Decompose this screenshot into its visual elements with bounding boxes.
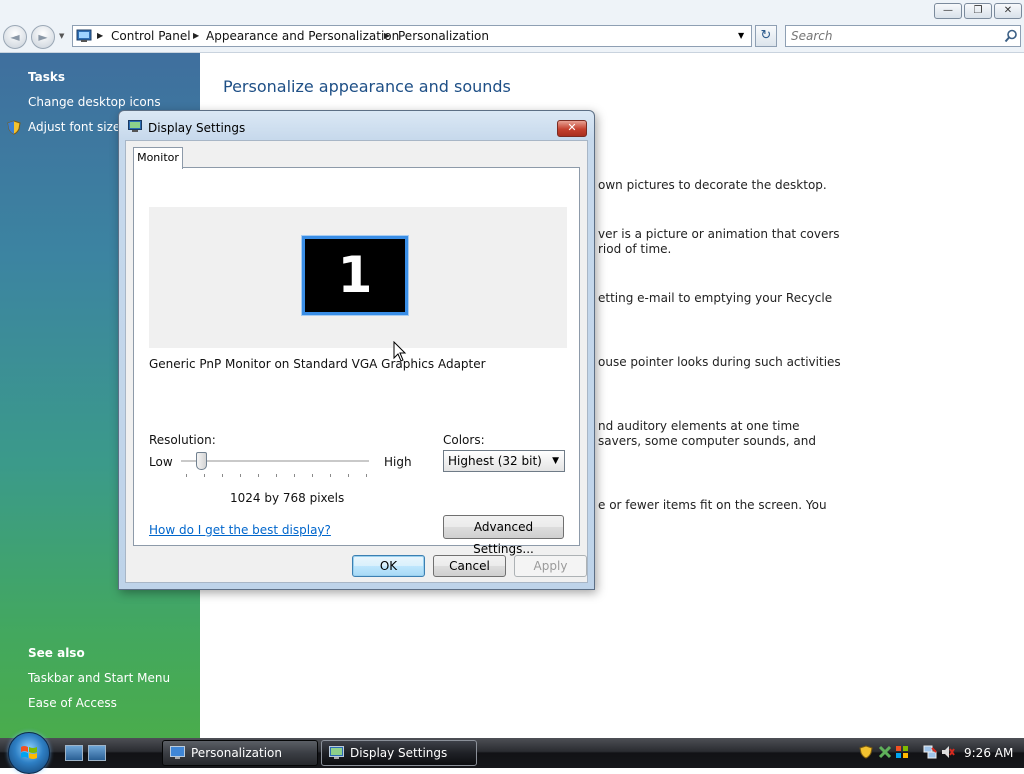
apply-button[interactable]: Apply — [514, 555, 587, 577]
see-also-heading: See also — [28, 646, 85, 660]
address-bar[interactable]: ▶ Control Panel ▶ Appearance and Persona… — [72, 25, 752, 47]
close-icon: ✕ — [1003, 5, 1013, 16]
tasks-heading: Tasks — [28, 70, 66, 84]
back-button[interactable]: ◄ — [3, 25, 27, 49]
slider-tick — [330, 474, 331, 477]
resolution-slider-thumb[interactable] — [196, 452, 207, 470]
theme-description: nd auditory elements at one time — [598, 419, 800, 433]
windows-flag-tray-icon[interactable] — [895, 745, 909, 759]
display-settings-icon — [128, 120, 142, 132]
search-input[interactable] — [786, 26, 1006, 46]
breadcrumb-separator-icon[interactable]: ▶ — [384, 26, 390, 46]
slider-tick — [366, 474, 367, 477]
search-icon[interactable] — [1004, 29, 1018, 43]
slider-tick — [186, 474, 187, 477]
security-shield-icon[interactable] — [859, 745, 873, 759]
best-display-help-link[interactable]: How do I get the best display? — [149, 523, 331, 537]
back-arrow-icon: ◄ — [10, 30, 20, 44]
close-window-button[interactable]: ✕ — [994, 3, 1022, 19]
advanced-settings-button[interactable]: Advanced Settings... — [443, 515, 564, 556]
breadcrumb-personalization[interactable]: Personalization — [398, 26, 489, 46]
mouse-pointer-icon — [393, 341, 407, 362]
address-row: ◄ ► ▼ ▶ Control Panel ▶ Appearance and P… — [0, 22, 1024, 53]
switch-windows-icon[interactable] — [88, 745, 106, 761]
resolution-label: Resolution: — [149, 433, 216, 447]
monitor-description: Generic PnP Monitor on Standard VGA Grap… — [149, 357, 486, 371]
chevron-down-icon: ▼ — [552, 456, 559, 466]
maximize-icon: ❐ — [973, 5, 983, 16]
desktop-background-description: own pictures to decorate the desktop. — [598, 178, 827, 192]
forward-arrow-icon: ► — [38, 30, 48, 44]
personalization-icon — [170, 746, 185, 759]
refresh-button[interactable]: ↻ — [755, 25, 777, 47]
windows-logo-icon — [21, 746, 37, 759]
sounds-description: etting e-mail to emptying your Recycle — [598, 291, 833, 305]
recent-pages-dropdown-icon[interactable]: ▼ — [59, 32, 64, 40]
monitor-arrangement-area: 1 — [149, 207, 567, 348]
volume-muted-icon[interactable] — [941, 745, 955, 759]
see-also-ease-of-access[interactable]: Ease of Access — [28, 696, 117, 710]
resolution-value: 1024 by 768 pixels — [230, 491, 345, 505]
slider-tick — [240, 474, 241, 477]
forward-button[interactable]: ► — [31, 25, 55, 49]
taskbar-clock[interactable]: 9:26 AM — [964, 738, 1013, 768]
display-settings-dialog: Display Settings ✕ Monitor 1 Generic PnP… — [118, 110, 595, 590]
screen-saver-description: ver is a picture or animation that cover… — [598, 227, 840, 241]
resolution-slider-track[interactable] — [181, 460, 369, 463]
tab-monitor[interactable]: Monitor — [133, 147, 183, 169]
taskbar-item-display-settings[interactable]: Display Settings — [321, 740, 477, 766]
slider-tick — [312, 474, 313, 477]
ok-button[interactable]: OK — [352, 555, 425, 577]
taskbar-item-label: Display Settings — [350, 746, 448, 760]
breadcrumb-appearance[interactable]: Appearance and Personalization — [206, 26, 399, 46]
cancel-button[interactable]: Cancel — [433, 555, 506, 577]
task-change-desktop-icons[interactable]: Change desktop icons — [28, 95, 161, 109]
close-icon: ✕ — [567, 121, 577, 134]
slider-tick — [276, 474, 277, 477]
shield-icon — [7, 120, 21, 135]
colors-dropdown[interactable]: Highest (32 bit) ▼ — [443, 450, 565, 472]
slider-tick — [258, 474, 259, 477]
see-also-taskbar-start-menu[interactable]: Taskbar and Start Menu — [28, 671, 170, 685]
control-panel-icon — [76, 29, 92, 42]
display-settings-description: e or fewer items fit on the screen. You — [598, 498, 827, 512]
minimize-icon: — — [943, 5, 953, 16]
network-icon[interactable] — [923, 745, 937, 759]
colors-dropdown-value: Highest (32 bit) — [448, 454, 542, 468]
search-box — [785, 25, 1021, 47]
monitor-1-tile[interactable]: 1 — [301, 235, 409, 316]
show-desktop-icon[interactable] — [65, 745, 83, 761]
slider-tick — [222, 474, 223, 477]
slider-tick — [348, 474, 349, 477]
slider-tick — [204, 474, 205, 477]
slider-high-label: High — [384, 455, 412, 469]
page-title: Personalize appearance and sounds — [223, 77, 511, 96]
display-settings-icon — [329, 746, 344, 759]
breadcrumb-control-panel[interactable]: Control Panel — [111, 26, 191, 46]
dialog-body: Monitor 1 Generic PnP Monitor on Standar… — [125, 140, 588, 583]
maximize-button[interactable]: ❐ — [964, 3, 992, 19]
minimize-button[interactable]: — — [934, 3, 962, 19]
breadcrumb-separator-icon[interactable]: ▶ — [193, 26, 199, 46]
taskbar-item-personalization[interactable]: Personalization — [162, 740, 318, 766]
screen-saver-description-2: riod of time. — [598, 242, 672, 256]
dialog-title: Display Settings — [148, 121, 246, 135]
refresh-icon: ↻ — [760, 28, 772, 43]
taskbar: Personalization Display Settings 9:26 AM — [0, 732, 1024, 774]
taskbar-item-label: Personalization — [191, 746, 282, 760]
colors-label: Colors: — [443, 433, 485, 447]
mouse-pointers-description: ouse pointer looks during such activitie… — [598, 355, 841, 369]
dialog-close-button[interactable]: ✕ — [557, 120, 587, 137]
theme-description-2: savers, some computer sounds, and — [598, 434, 816, 448]
address-dropdown-icon[interactable]: ▼ — [738, 31, 744, 40]
window-titlebar: — ❐ ✕ — [0, 0, 1024, 22]
slider-low-label: Low — [149, 455, 173, 469]
update-icon[interactable] — [878, 745, 892, 759]
slider-tick — [294, 474, 295, 477]
breadcrumb-separator-icon: ▶ — [97, 31, 104, 40]
monitor-tab-panel: 1 Generic PnP Monitor on Standard VGA Gr… — [133, 167, 580, 556]
